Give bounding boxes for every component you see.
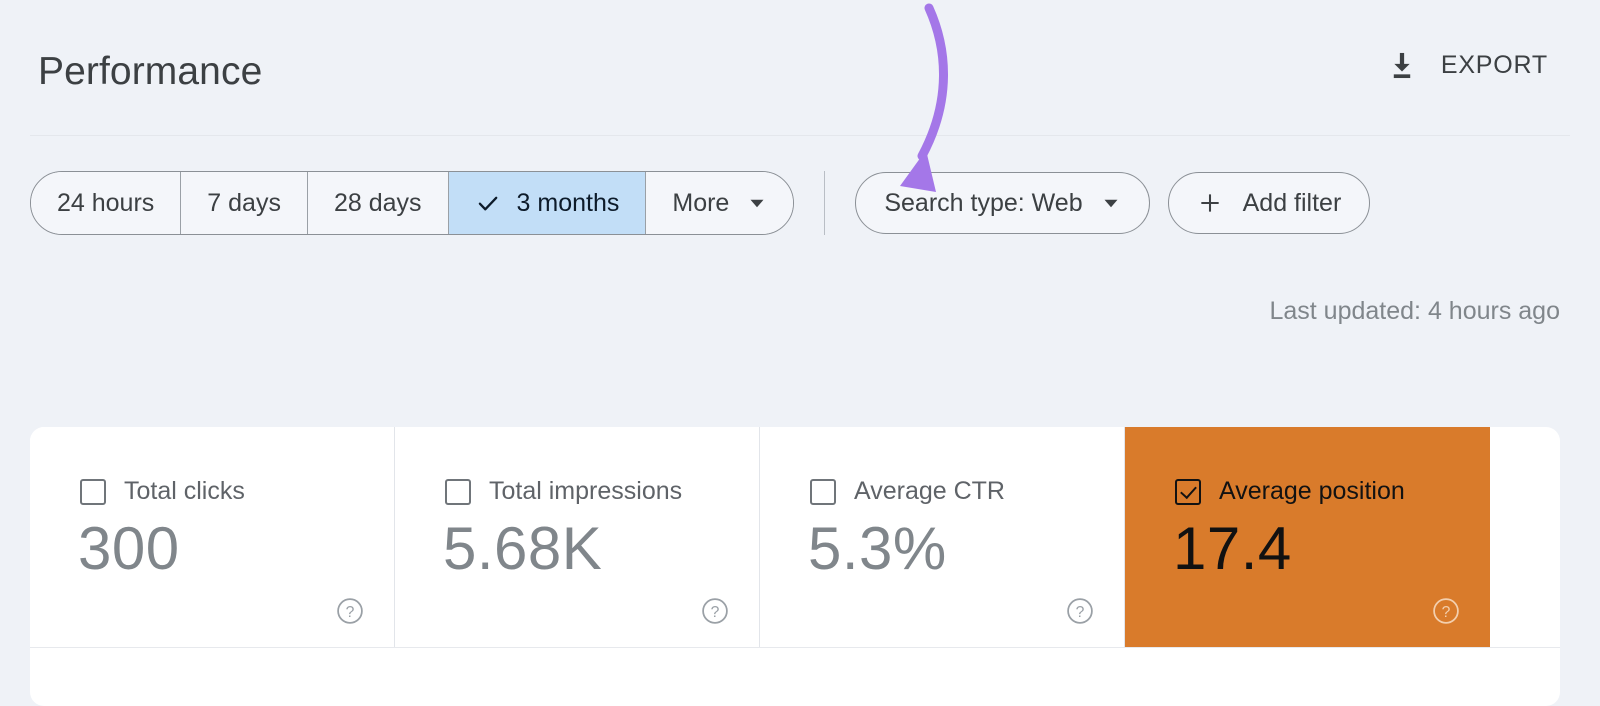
- performance-page: Performance EXPORT 24 hours 7 days 28 da…: [0, 0, 1600, 706]
- chevron-down-icon: [1101, 193, 1121, 213]
- segment-24-hours[interactable]: 24 hours: [31, 172, 182, 234]
- search-type-label: Search type: Web: [884, 188, 1083, 217]
- metric-label: Total clicks: [124, 477, 245, 505]
- svg-text:?: ?: [1442, 604, 1451, 621]
- metric-card-total-clicks[interactable]: Total clicks 300 ?: [30, 427, 395, 647]
- segment-24-hours-label: 24 hours: [57, 188, 155, 217]
- metric-value: 300: [78, 515, 180, 582]
- segment-more-label: More: [672, 188, 730, 217]
- segment-3-months-label: 3 months: [516, 188, 620, 217]
- date-range-segmented-control: 24 hours 7 days 28 days 3 months More: [30, 171, 795, 235]
- segment-7-days[interactable]: 7 days: [181, 172, 308, 234]
- checkbox-average-position[interactable]: [1175, 478, 1201, 505]
- segment-28-days[interactable]: 28 days: [307, 172, 449, 234]
- metric-header: Total clicks: [80, 477, 245, 506]
- metric-card-average-ctr[interactable]: Average CTR 5.3% ?: [760, 427, 1125, 647]
- metric-value: 17.4: [1173, 515, 1292, 582]
- metric-label: Average CTR: [854, 477, 1005, 505]
- help-circle-icon[interactable]: ?: [336, 597, 364, 625]
- checkbox-total-impressions[interactable]: [445, 478, 471, 505]
- metric-header: Average position: [1175, 477, 1405, 506]
- segment-more[interactable]: More: [646, 172, 794, 234]
- metric-label: Average position: [1219, 477, 1405, 505]
- add-filter-button[interactable]: Add filter: [1167, 172, 1371, 234]
- toolbar-separator: [824, 171, 826, 235]
- page-header: Performance EXPORT: [0, 0, 1600, 136]
- export-label: EXPORT: [1440, 50, 1548, 79]
- svg-text:?: ?: [346, 604, 355, 621]
- metric-label: Total impressions: [489, 477, 683, 505]
- check-icon: [475, 190, 501, 216]
- svg-text:?: ?: [1076, 604, 1085, 621]
- checkbox-total-clicks[interactable]: [80, 478, 106, 505]
- checkbox-average-ctr[interactable]: [810, 478, 836, 505]
- metric-value: 5.3%: [808, 515, 947, 582]
- metric-card-total-impressions[interactable]: Total impressions 5.68K ?: [395, 427, 760, 647]
- metric-header: Total impressions: [445, 477, 682, 506]
- export-button[interactable]: EXPORT: [1385, 48, 1548, 82]
- search-type-button[interactable]: Search type: Web: [855, 172, 1150, 234]
- metric-header: Average CTR: [810, 477, 1005, 506]
- header-divider: [30, 135, 1570, 136]
- last-updated-text: Last updated: 4 hours ago: [1269, 297, 1560, 325]
- chevron-down-icon: [747, 193, 767, 213]
- metrics-panel: Total clicks 300 ? Total impressions 5.6…: [30, 427, 1560, 706]
- segment-3-months[interactable]: 3 months: [448, 172, 647, 234]
- page-title: Performance: [38, 50, 263, 93]
- plus-icon: [1197, 190, 1223, 216]
- metric-card-average-position[interactable]: Average position 17.4 ?: [1125, 427, 1490, 647]
- download-icon: [1385, 48, 1419, 82]
- help-circle-icon[interactable]: ?: [1066, 597, 1094, 625]
- svg-text:?: ?: [711, 604, 720, 621]
- filters-toolbar: 24 hours 7 days 28 days 3 months More Se…: [30, 171, 1371, 235]
- segment-7-days-label: 7 days: [207, 188, 281, 217]
- help-circle-icon[interactable]: ?: [701, 597, 729, 625]
- add-filter-label: Add filter: [1242, 188, 1342, 217]
- metric-value: 5.68K: [443, 515, 603, 582]
- help-circle-icon[interactable]: ?: [1432, 597, 1460, 625]
- segment-28-days-label: 28 days: [333, 188, 422, 217]
- metrics-row: Total clicks 300 ? Total impressions 5.6…: [30, 427, 1560, 648]
